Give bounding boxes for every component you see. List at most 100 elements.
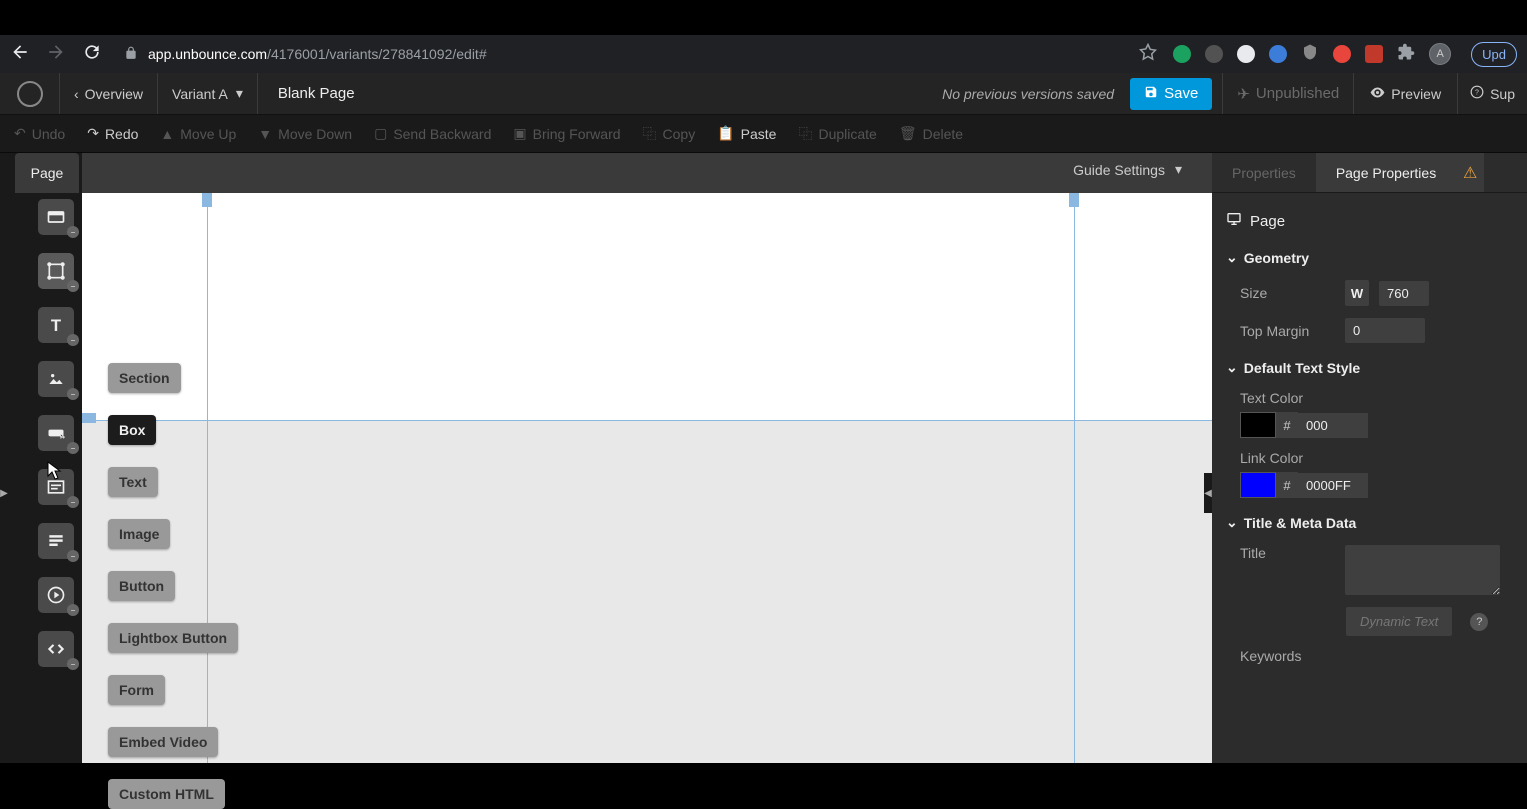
tab-warning[interactable]: ⚠ (1456, 153, 1484, 192)
support-button[interactable]: ? Sup (1458, 73, 1527, 114)
tool-text[interactable]: T− (38, 307, 74, 343)
url-domain: app.unbounce.com (148, 46, 267, 62)
bring-forward-button: ▣Bring Forward (513, 125, 620, 142)
caret-down-icon: ▾ (236, 85, 243, 102)
help-icon[interactable]: ? (1470, 613, 1488, 631)
tool-section[interactable]: − (38, 199, 74, 235)
bookmark-star-icon[interactable] (1139, 43, 1157, 66)
link-color-input[interactable] (1298, 473, 1368, 498)
tool-palette: − − T− − − − − − − (30, 153, 82, 763)
redo-button[interactable]: ↷Redo (87, 125, 138, 142)
tab-page-properties[interactable]: Page Properties (1316, 153, 1456, 192)
support-label: Sup (1490, 86, 1515, 102)
move-up-button: ▲Move Up (160, 126, 236, 142)
send-backward-label: Send Backward (393, 126, 491, 142)
text-color-swatch[interactable] (1240, 412, 1276, 438)
layer-front-icon: ▣ (513, 125, 526, 142)
tool-box[interactable]: − (38, 253, 74, 289)
tooltip-text[interactable]: Text (108, 467, 158, 497)
extension-icon[interactable] (1333, 45, 1351, 63)
guide-handle[interactable] (1069, 193, 1079, 207)
tab-properties[interactable]: Properties (1212, 153, 1316, 192)
profile-avatar[interactable]: A (1429, 43, 1451, 65)
version-status: No previous versions saved (942, 86, 1130, 102)
expand-handle-left[interactable]: ▶ (0, 473, 8, 513)
chevron-down-icon: ⌄ (1226, 359, 1238, 376)
tooltip-lightbox-button[interactable]: Lightbox Button (108, 623, 238, 653)
forward-icon (46, 42, 66, 67)
section-geometry[interactable]: ⌄ Geometry (1226, 239, 1513, 274)
monitor-icon (1226, 211, 1242, 231)
app-header: ‹ Overview Variant A ▾ Blank Page No pre… (0, 73, 1527, 115)
section-title-meta[interactable]: ⌄ Title & Meta Data (1226, 504, 1513, 539)
guide-vertical[interactable] (1074, 193, 1075, 763)
tooltip-custom-html[interactable]: Custom HTML (108, 779, 225, 809)
arrow-up-icon: ▲ (160, 126, 174, 142)
back-icon[interactable] (10, 42, 30, 67)
collapse-badge-icon: − (67, 226, 79, 238)
keywords-label: Keywords (1240, 648, 1335, 664)
url-display[interactable]: app.unbounce.com/4176001/variants/278841… (118, 46, 1123, 63)
panel-page-heading: Page (1226, 203, 1513, 239)
collapse-badge-icon: − (67, 334, 79, 346)
canvas-section-gray[interactable] (82, 420, 1212, 763)
puzzle-icon[interactable] (1397, 43, 1415, 66)
preview-button[interactable]: Preview (1354, 73, 1458, 114)
tool-lightbox-button[interactable]: − (38, 469, 74, 505)
title-label: Title (1240, 545, 1335, 561)
tooltip-box[interactable]: Box (108, 415, 156, 445)
extension-icon[interactable] (1269, 45, 1287, 63)
dynamic-text-button[interactable]: Dynamic Text (1346, 607, 1452, 636)
action-toolbar: ↶Undo ↷Redo ▲Move Up ▼Move Down ▢Send Ba… (0, 115, 1527, 153)
save-button[interactable]: Save (1130, 78, 1212, 110)
guide-horizontal[interactable] (82, 420, 1212, 421)
eye-icon (1370, 85, 1385, 103)
move-down-label: Move Down (278, 126, 352, 142)
canvas-section-white[interactable] (82, 193, 1212, 420)
link-color-label: Link Color (1240, 450, 1303, 466)
delete-button: 🗑Delete (899, 125, 963, 142)
tooltip-form[interactable]: Form (108, 675, 165, 705)
tool-custom-html[interactable]: − (38, 631, 74, 667)
extension-icon[interactable] (1173, 45, 1191, 63)
text-color-input[interactable] (1298, 413, 1368, 438)
canvas[interactable]: Guide Settings ▾ (82, 153, 1212, 763)
browser-update-button[interactable]: Upd (1471, 42, 1517, 67)
tooltip-section[interactable]: Section (108, 363, 181, 393)
tool-image[interactable]: − (38, 361, 74, 397)
link-color-swatch[interactable] (1240, 472, 1276, 498)
warning-icon: ⚠ (1463, 163, 1477, 183)
app-logo[interactable] (0, 73, 60, 114)
unpublished-button: ✈ Unpublished (1222, 73, 1354, 114)
section-default-text-style[interactable]: ⌄ Default Text Style (1226, 349, 1513, 384)
tooltip-embed-video[interactable]: Embed Video (108, 727, 218, 757)
tooltip-image[interactable]: Image (108, 519, 170, 549)
title-input[interactable] (1345, 545, 1500, 595)
hash-label: # (1276, 412, 1298, 438)
guide-settings-dropdown[interactable]: Guide Settings ▾ (1073, 161, 1182, 178)
tooltip-button[interactable]: Button (108, 571, 175, 601)
caret-down-icon: ▾ (1175, 161, 1182, 178)
top-margin-input[interactable] (1345, 318, 1425, 343)
tool-embed-video[interactable]: − (38, 577, 74, 613)
size-input[interactable] (1379, 281, 1429, 306)
left-gutter: ▶ (0, 153, 30, 763)
expand-handle-right[interactable]: ◀ (1204, 473, 1212, 513)
extension-icon[interactable] (1237, 45, 1255, 63)
page-tab[interactable]: Page (15, 153, 79, 193)
overview-button[interactable]: ‹ Overview (60, 73, 158, 114)
browser-tab-strip (0, 0, 1527, 35)
tool-form[interactable]: − (38, 523, 74, 559)
guide-settings-label: Guide Settings (1073, 162, 1165, 178)
guide-handle[interactable] (202, 193, 212, 207)
guide-handle[interactable] (82, 413, 96, 423)
extension-icon[interactable] (1205, 45, 1223, 63)
paste-button[interactable]: 📋Paste (717, 125, 776, 142)
shield-icon[interactable] (1301, 43, 1319, 66)
variant-dropdown[interactable]: Variant A ▾ (158, 73, 258, 114)
tool-button[interactable]: − (38, 415, 74, 451)
reload-icon[interactable] (82, 42, 102, 67)
paste-icon: 📋 (717, 125, 734, 142)
extension-icon[interactable] (1365, 45, 1383, 63)
variant-label: Variant A (172, 86, 228, 102)
